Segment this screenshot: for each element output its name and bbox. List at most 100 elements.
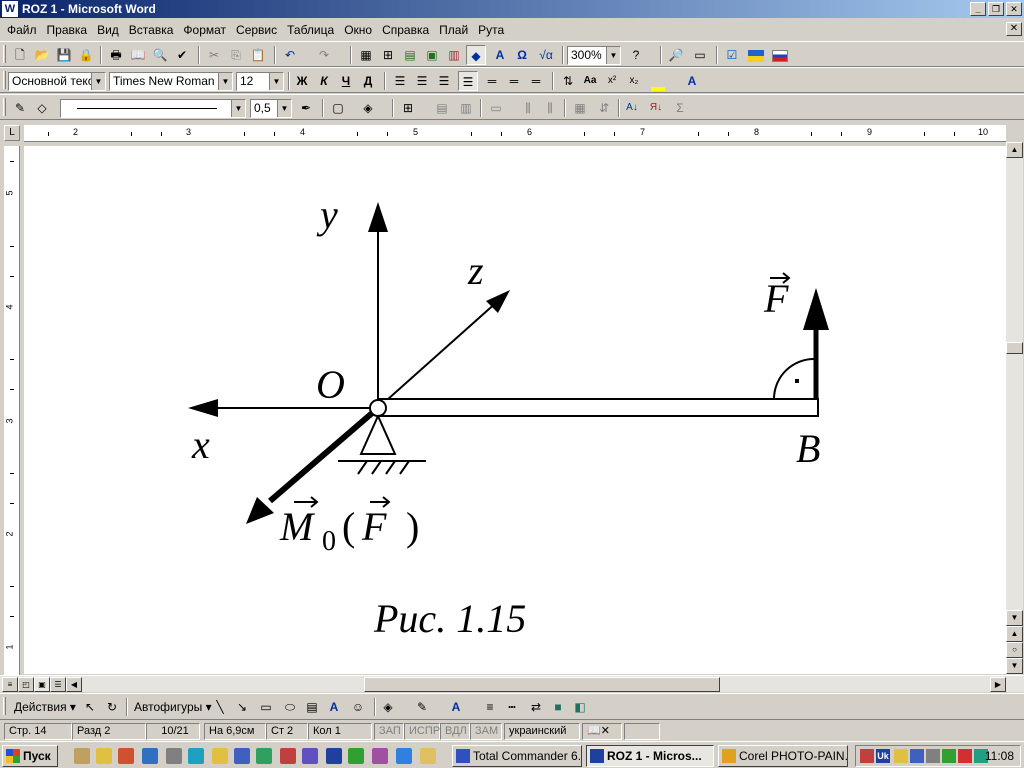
line-color-icon[interactable]: ✎ [412, 697, 432, 717]
quicklaunch-app-icon[interactable] [212, 748, 228, 764]
restore-button[interactable]: ❐ [988, 2, 1004, 16]
toolbar-grip[interactable] [3, 71, 6, 89]
menu-help[interactable]: Справка [377, 23, 434, 37]
task-word[interactable]: ROZ 1 - Micros... [586, 745, 714, 767]
status-record-macro[interactable]: ЗАП [374, 723, 404, 740]
open-folder-icon[interactable]: 📂 [32, 45, 52, 65]
close-button[interactable]: ✕ [1006, 2, 1022, 16]
toolbar-grip[interactable] [3, 697, 6, 715]
double-underline-icon[interactable]: Д [358, 71, 378, 91]
menu-plai[interactable]: Плай [434, 23, 473, 37]
insert-chart-icon[interactable]: ▥ [444, 45, 464, 65]
status-page[interactable]: Стр. 14 [4, 723, 72, 740]
pencil-icon[interactable]: ✎ [10, 98, 30, 118]
rectangle-tool-icon[interactable]: ▭ [256, 697, 276, 717]
underline-button[interactable]: Ч [336, 71, 356, 91]
line-style-select[interactable]: ▼ [60, 99, 246, 118]
tray-app-icon[interactable] [860, 749, 874, 763]
chevron-down-icon[interactable]: ▼ [606, 47, 620, 64]
scroll-thumb[interactable] [1006, 342, 1023, 354]
insert-picture-icon[interactable]: ▣ [422, 45, 442, 65]
wordart-icon[interactable]: A [490, 45, 510, 65]
task-corel[interactable]: Corel PHOTO-PAIN... [718, 745, 848, 767]
quicklaunch-powerpoint-icon[interactable] [302, 748, 318, 764]
superscript-icon[interactable]: x² [602, 71, 622, 91]
line-spacing-icon[interactable]: ═ [504, 71, 524, 91]
insert-wordart-icon[interactable]: A [324, 697, 344, 717]
redo-icon[interactable]: ↷ [314, 45, 334, 65]
quicklaunch-app-icon[interactable] [118, 748, 134, 764]
word-app-icon[interactable]: W [2, 1, 18, 17]
menu-format[interactable]: Формат [178, 23, 231, 37]
scroll-down-icon[interactable]: ▼ [1006, 610, 1023, 626]
scroll-left-icon[interactable]: ◀ [66, 677, 82, 692]
preview-magnifier-icon[interactable]: 🔍 [150, 45, 170, 65]
vertical-ruler[interactable]: 5 4 3 2 1 [4, 146, 20, 676]
chevron-down-icon[interactable]: ▼ [269, 73, 283, 90]
menu-window[interactable]: Окно [339, 23, 377, 37]
spelling-icon[interactable]: ✔ [172, 45, 192, 65]
style-select[interactable]: Основной текст ▼ [8, 72, 106, 91]
dash-style-icon[interactable]: ┅ [502, 697, 522, 717]
align-center-icon[interactable]: ☰ [412, 71, 432, 91]
quicklaunch-tools-icon[interactable] [166, 748, 182, 764]
web-view-icon[interactable]: ◰ [18, 677, 34, 692]
status-extend[interactable]: ВДЛ [440, 723, 470, 740]
split-cells-icon[interactable]: ▥ [456, 98, 476, 118]
insert-excel-icon[interactable]: ▤ [400, 45, 420, 65]
menu-tools[interactable]: Сервис [231, 23, 282, 37]
text-direction-icon[interactable]: ⇅ [558, 71, 578, 91]
line-tool-icon[interactable]: ╲ [210, 697, 230, 717]
menu-table[interactable]: Таблица [282, 23, 339, 37]
toolbar-grip[interactable] [3, 45, 6, 63]
document-page[interactable]: y z x O B F M 0 ( F ) Рис. 1.15 [24, 146, 1006, 674]
quicklaunch-app-icon[interactable] [280, 748, 296, 764]
minimize-button[interactable]: _ [970, 2, 986, 16]
highlight-icon[interactable] [648, 71, 668, 91]
horizontal-ruler[interactable]: 2 3 4 5 6 7 8 9 10 [24, 125, 1006, 142]
tray-app-icon[interactable] [942, 749, 956, 763]
shading-color-icon[interactable]: ◈ [358, 98, 378, 118]
shadow-icon[interactable]: ■ [548, 697, 568, 717]
text-direction-table-icon[interactable]: ⇵ [594, 98, 614, 118]
italic-button[interactable]: К [314, 71, 334, 91]
next-page-icon[interactable]: ▼ [1006, 658, 1023, 674]
tray-app-icon[interactable] [910, 749, 924, 763]
oval-tool-icon[interactable]: ⬭ [280, 697, 300, 717]
horizontal-scrollbar[interactable]: ≡ ◰ ▣ ☰ ◀ ▶ [0, 675, 1024, 692]
distribute-rows-icon[interactable]: ⫼ [518, 98, 538, 118]
drawing-toggle-icon[interactable]: ◆ [466, 45, 486, 65]
tray-app-icon[interactable] [958, 749, 972, 763]
browse-object-icon[interactable]: ○ [1006, 642, 1023, 658]
previous-page-icon[interactable]: ▲ [1006, 626, 1023, 642]
quicklaunch-app-icon[interactable] [420, 748, 436, 764]
quicklaunch-app-icon[interactable] [188, 748, 204, 764]
merge-cells-icon[interactable]: ▤ [432, 98, 452, 118]
eraser-icon[interactable]: ◇ [32, 98, 52, 118]
chevron-down-icon[interactable]: ▼ [218, 73, 232, 90]
insert-table-grid-icon[interactable]: ⊞ [398, 98, 418, 118]
quicklaunch-word-icon[interactable] [326, 748, 342, 764]
line-weight-select[interactable]: 0,5 ▼ [250, 99, 292, 118]
sort-ascending-icon[interactable]: A↓ [622, 98, 642, 118]
font-select[interactable]: Times New Roman ▼ [109, 72, 233, 91]
copy-icon[interactable]: ⎘ [226, 45, 246, 65]
print-icon[interactable]: 🖶 [106, 45, 126, 65]
chevron-down-icon[interactable]: ▼ [231, 100, 245, 117]
outside-border-icon[interactable]: ▢ [328, 98, 348, 118]
paste-icon[interactable]: 📋 [248, 45, 268, 65]
toolbar-grip[interactable] [3, 98, 6, 116]
bold-button[interactable]: Ж [292, 71, 312, 91]
show-hide-icon[interactable]: ▭ [690, 45, 710, 65]
table-autoformat-icon[interactable]: ▦ [570, 98, 590, 118]
scroll-right-icon[interactable]: ▶ [990, 677, 1006, 692]
new-document-icon[interactable]: 🗋 [10, 45, 30, 65]
outline-view-icon[interactable]: ☰ [50, 677, 66, 692]
normal-view-icon[interactable]: ≡ [2, 677, 18, 692]
equation-icon[interactable]: √α [536, 45, 556, 65]
clock[interactable]: 11:08 [985, 749, 1014, 763]
status-language[interactable]: украинский [504, 723, 580, 740]
language-indicator[interactable]: Uk [876, 749, 890, 763]
russian-flag-icon[interactable] [770, 45, 790, 65]
save-icon[interactable]: 💾 [54, 45, 74, 65]
